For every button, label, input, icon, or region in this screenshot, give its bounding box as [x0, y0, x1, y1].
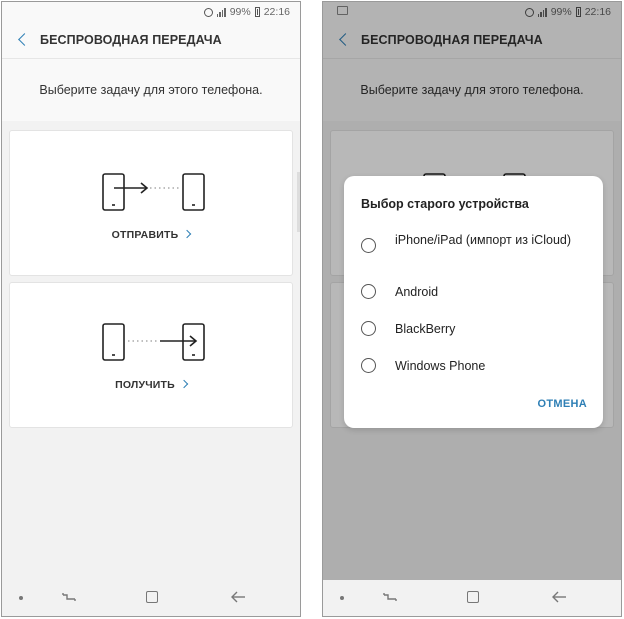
back-icon[interactable]: [8, 22, 38, 58]
app-bar: БЕСПРОВОДНАЯ ПЕРЕДАЧА: [2, 22, 300, 59]
receive-illustration: [102, 323, 205, 361]
back-nav-icon[interactable]: [551, 590, 567, 604]
send-label: ОТПРАВИТЬ: [111, 229, 179, 241]
select-device-dialog: Выбор старого устройства iPhone/iPad (им…: [344, 176, 603, 428]
option-label: iPhone/iPad (импорт из iCloud): [395, 233, 572, 247]
receive-action[interactable]: ПОЛУЧИТЬ: [10, 379, 292, 391]
option-label: Windows Phone: [395, 359, 486, 373]
status-bar: 99% 22:16: [2, 2, 300, 22]
receive-card[interactable]: ПОЛУЧИТЬ: [9, 282, 293, 428]
signal-icon: [216, 7, 226, 17]
cancel-button[interactable]: ОТМЕНА: [538, 398, 587, 410]
send-illustration: [102, 173, 205, 211]
receive-label: ПОЛУЧИТЬ: [115, 379, 175, 391]
send-action[interactable]: ОТПРАВИТЬ: [10, 229, 292, 241]
option-android[interactable]: Android: [344, 282, 603, 302]
battery-icon: [254, 7, 260, 17]
chevron-right-icon: [183, 229, 192, 239]
home-icon[interactable]: [146, 591, 158, 603]
option-blackberry[interactable]: BlackBerry: [344, 319, 603, 339]
task-prompt: Выберите задачу для этого телефона.: [2, 59, 300, 121]
page-title: БЕСПРОВОДНАЯ ПЕРЕДАЧА: [40, 33, 222, 47]
radio-icon[interactable]: [361, 284, 376, 299]
nav-dot-icon: [19, 596, 23, 600]
back-nav-icon[interactable]: [230, 590, 246, 604]
radio-icon[interactable]: [361, 358, 376, 373]
option-windows-phone[interactable]: Windows Phone: [344, 356, 603, 376]
chevron-right-icon: [179, 379, 189, 389]
send-card[interactable]: ОТПРАВИТЬ: [9, 130, 293, 276]
status-time: 22:16: [263, 6, 290, 18]
battery-percent: 99%: [229, 6, 251, 18]
option-label: BlackBerry: [395, 322, 456, 336]
radio-icon[interactable]: [361, 238, 376, 253]
scrollbar[interactable]: [297, 172, 300, 232]
dialog-title: Выбор старого устройства: [361, 197, 529, 211]
alarm-icon: [203, 7, 213, 17]
navigation-bar: [2, 580, 300, 616]
phone-screen-task-select: 99% 22:16 БЕСПРОВОДНАЯ ПЕРЕДАЧА Выберите…: [1, 1, 301, 617]
option-iphone[interactable]: iPhone/iPad (импорт из iCloud): [344, 233, 603, 269]
recent-apps-icon[interactable]: [62, 591, 76, 603]
navigation-bar: [323, 580, 621, 616]
phone-screen-device-dialog: 99% 22:16 БЕСПРОВОДНАЯ ПЕРЕДАЧА Выберите…: [322, 1, 622, 617]
option-label: Android: [395, 285, 439, 299]
radio-icon[interactable]: [361, 321, 376, 336]
recent-apps-icon[interactable]: [383, 591, 397, 603]
nav-dot-icon: [340, 596, 344, 600]
home-icon[interactable]: [467, 591, 479, 603]
